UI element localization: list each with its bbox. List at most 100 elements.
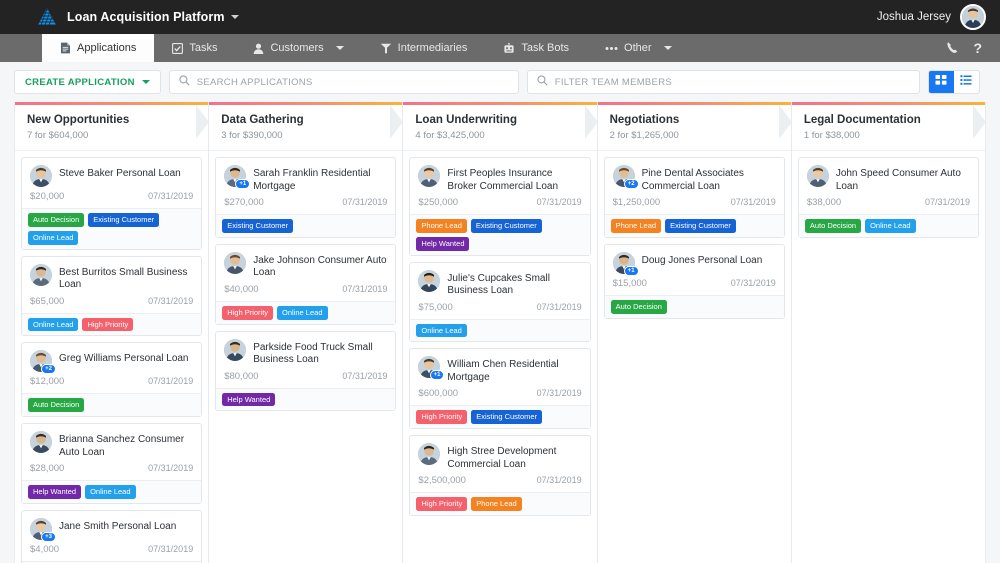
user-name: Joshua Jersey	[876, 11, 951, 23]
card-tag[interactable]: Online Lead	[85, 485, 136, 499]
card-tag[interactable]: Online Lead	[28, 317, 79, 332]
tab-intermediaries[interactable]: Intermediaries	[362, 34, 486, 62]
search-applications-box[interactable]	[168, 70, 519, 94]
column-card-list[interactable]: Steve Baker Personal Loan $20,000 07/31/20…	[15, 151, 208, 563]
card-tag[interactable]: High Priority	[82, 317, 134, 332]
card-amount: $20,000	[30, 191, 65, 202]
avatar[interactable]	[960, 4, 986, 30]
card-tag[interactable]: Online Lead	[865, 219, 916, 233]
application-card[interactable]: High Stree Development Commercial Loan $2…	[409, 435, 591, 516]
card-tag-list: Help Wanted	[216, 387, 396, 411]
card-avatar[interactable]: +2	[612, 165, 639, 189]
application-card[interactable]: Steve Baker Personal Loan $20,000 07/31/20…	[21, 157, 203, 250]
card-tag[interactable]: Help Wanted	[28, 485, 82, 499]
column-header: Legal Documentation 1 for $38,000	[791, 102, 987, 151]
card-date: 07/31/2019	[536, 388, 582, 399]
card-tag[interactable]: Existing Customer	[665, 219, 736, 233]
card-tag[interactable]: Online Lead	[416, 323, 467, 338]
application-card[interactable]: Best Burritos Small Business Loan $65,000…	[21, 255, 203, 337]
card-avatar[interactable]: +1	[418, 356, 445, 381]
column-card-list[interactable]: First Peoples Insurance Broker Commercia…	[403, 151, 596, 563]
tab-tasks[interactable]: Tasks	[154, 34, 235, 62]
tab-label: Tasks	[189, 42, 218, 54]
card-avatar[interactable]	[30, 165, 52, 187]
column-card-list[interactable]: +1 Sarah Franklin Residential Mortgage $27…	[209, 151, 402, 563]
column-header: New Opportunities 7 for $604,000	[15, 102, 210, 151]
application-card[interactable]: +1 William Chen Residential Mortgage $600,…	[409, 348, 591, 429]
card-amount: $28,000	[30, 463, 65, 474]
help-icon[interactable]: ?	[973, 41, 982, 55]
card-body: Jake Johnson Consumer Auto Loan $40,000 07…	[216, 245, 395, 301]
card-title: Julie's Cupcakes Small Business Loan	[447, 272, 550, 297]
card-avatar[interactable]	[806, 165, 829, 187]
list-view-button[interactable]	[954, 71, 979, 93]
column-card-list[interactable]: +2 Pine Dental Associates Commercial Loan…	[598, 151, 791, 563]
application-card[interactable]: Jake Johnson Consumer Auto Loan $40,000 07…	[215, 243, 397, 325]
card-tag[interactable]: Phone Lead	[416, 219, 467, 233]
tab-label: Other	[624, 42, 652, 54]
column-card-list[interactable]: John Speed Consumer Auto Loan $38,000 07/3…	[792, 151, 985, 563]
application-card[interactable]: John Speed Consumer Auto Loan $38,000 07/3…	[797, 157, 980, 238]
tab-customers[interactable]: Customers	[235, 34, 361, 62]
column-title: Loan Underwriting	[415, 114, 517, 126]
card-tag[interactable]: Phone Lead	[610, 219, 662, 233]
tab-task-bots[interactable]: Task Bots	[485, 34, 587, 62]
card-tag[interactable]: Help Wanted	[416, 236, 470, 251]
card-avatar[interactable]	[30, 263, 52, 286]
card-tag-list: High Priority Existing Customer	[410, 405, 590, 428]
card-tag[interactable]: Online Lead	[28, 230, 79, 245]
card-avatar[interactable]: +1	[224, 165, 251, 189]
card-amount: $270,000	[224, 197, 264, 208]
grid-view-button[interactable]	[928, 71, 954, 93]
application-card[interactable]: +1 Doug Jones Personal Loan $15,000 07/31/2…	[603, 243, 785, 319]
card-avatar[interactable]	[224, 338, 247, 361]
card-tag[interactable]: Online Lead	[277, 305, 328, 320]
application-card[interactable]: Brianna Sanchez Consumer Auto Loan $28,00…	[21, 423, 203, 504]
card-avatar[interactable]	[418, 443, 441, 465]
card-avatar[interactable]	[224, 251, 247, 274]
card-tag[interactable]: Existing Customer	[222, 219, 294, 233]
card-tag[interactable]: Existing Customer	[471, 410, 543, 424]
card-tag[interactable]: Existing Customer	[88, 213, 160, 227]
create-application-button[interactable]: CREATE APPLICATION	[14, 70, 161, 94]
card-avatar[interactable]: +2	[30, 350, 56, 375]
filter-team-members-box[interactable]	[526, 70, 920, 94]
card-tag-list: High Priority Online Lead	[216, 300, 396, 324]
application-card[interactable]: +1 Sarah Franklin Residential Mortgage $27…	[215, 157, 397, 238]
card-date: 07/31/2019	[148, 543, 194, 554]
card-date: 07/31/2019	[536, 301, 582, 312]
application-card[interactable]: Parkside Food Truck Small Business Loan $…	[215, 330, 397, 412]
card-tag[interactable]: High Priority	[222, 305, 274, 320]
card-body: Brianna Sanchez Consumer Auto Loan $28,00…	[22, 424, 201, 480]
card-tag[interactable]: Phone Lead	[471, 497, 522, 511]
card-tag[interactable]: Help Wanted	[222, 392, 276, 407]
tab-other[interactable]: Other	[587, 34, 690, 62]
board-column: Legal Documentation 1 for $38,000 John Spe…	[790, 102, 987, 563]
tab-applications[interactable]: Applications	[42, 34, 155, 62]
application-card[interactable]: Julie's Cupcakes Small Business Loan $75,…	[409, 261, 591, 343]
application-card[interactable]: First Peoples Insurance Broker Commercia…	[409, 157, 591, 256]
card-avatar[interactable]	[418, 269, 441, 292]
card-tag[interactable]: Auto Decision	[28, 213, 85, 227]
card-tag[interactable]: Auto Decision	[28, 398, 85, 412]
card-avatar[interactable]: +3	[30, 517, 56, 542]
card-tag[interactable]: Existing Customer	[470, 219, 542, 233]
card-tag-list: Auto Decision Existing Customer Online Lea…	[22, 208, 202, 249]
card-tag[interactable]: Auto Decision	[804, 219, 862, 233]
card-tag[interactable]: High Priority	[416, 497, 468, 511]
card-avatar[interactable]	[418, 165, 441, 187]
card-tag[interactable]: High Priority	[416, 410, 468, 424]
column-title: Data Gathering	[221, 114, 304, 126]
phone-icon[interactable]	[946, 41, 959, 56]
card-avatar[interactable]: +1	[612, 251, 639, 276]
filter-team-input[interactable]	[554, 76, 910, 88]
application-card[interactable]: +3 Jane Smith Personal Loan $4,000 07/31/20…	[21, 509, 203, 563]
application-card[interactable]: +2 Greg Williams Personal Loan $12,000 07/3…	[21, 342, 203, 417]
card-tag[interactable]: Auto Decision	[610, 299, 667, 314]
app-title-chevron-down-icon[interactable]	[230, 15, 239, 19]
card-avatar[interactable]	[30, 431, 52, 453]
card-date: 07/31/2019	[536, 475, 582, 485]
search-input[interactable]	[196, 76, 509, 88]
application-card[interactable]: +2 Pine Dental Associates Commercial Loan…	[603, 157, 785, 238]
card-body: +2 Greg Williams Personal Loan $12,000 07/3…	[22, 343, 201, 393]
